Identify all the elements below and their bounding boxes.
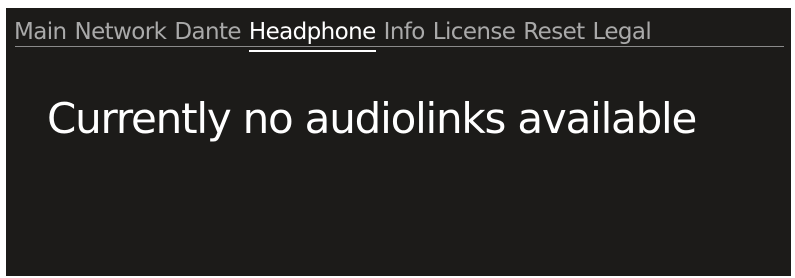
- tab-main[interactable]: Main: [14, 18, 67, 46]
- tab-bar-divider: [15, 46, 784, 47]
- tab-info[interactable]: Info: [384, 18, 426, 46]
- tab-headphone[interactable]: Headphone: [248, 18, 376, 52]
- tab-network[interactable]: Network: [75, 18, 167, 46]
- tab-bar: Main Network Dante Headphone Info Licens…: [14, 18, 785, 54]
- tab-legal[interactable]: Legal: [593, 18, 652, 46]
- tab-dante[interactable]: Dante: [174, 18, 241, 46]
- tab-reset[interactable]: Reset: [523, 18, 585, 46]
- no-audiolinks-message: Currently no audiolinks available: [47, 94, 697, 143]
- device-screen: Main Network Dante Headphone Info Licens…: [6, 8, 791, 276]
- tab-license[interactable]: License: [433, 18, 516, 46]
